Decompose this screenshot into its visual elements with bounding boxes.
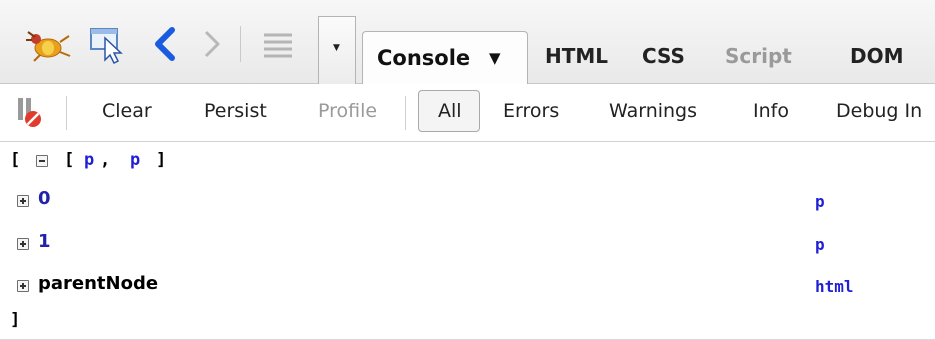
- clear-button[interactable]: Clear: [102, 100, 152, 122]
- console-log-row: [ [ p , p ]: [0, 148, 935, 178]
- tab-console[interactable]: Console ▼: [362, 31, 528, 85]
- property-key: 0: [38, 188, 51, 209]
- tab-css[interactable]: CSS: [642, 44, 685, 68]
- close-bracket: ]: [10, 310, 21, 330]
- property-row[interactable]: 0 p: [0, 186, 935, 216]
- property-value[interactable]: p: [815, 192, 825, 211]
- array-close-bracket: ]: [156, 150, 167, 170]
- property-value[interactable]: html: [815, 277, 854, 296]
- filter-debug-info-button[interactable]: Debug In: [836, 100, 922, 122]
- property-row[interactable]: 1 p: [0, 229, 935, 259]
- array-item[interactable]: p: [84, 150, 94, 170]
- chevron-right-icon[interactable]: [197, 24, 227, 64]
- firebug-icon[interactable]: [22, 24, 74, 64]
- tab-list-dropdown[interactable]: ▼: [318, 16, 356, 84]
- toolbar-separator: [66, 96, 67, 130]
- break-on-error-icon[interactable]: [16, 94, 44, 130]
- filter-all-label: All: [438, 100, 462, 122]
- open-bracket: [: [10, 150, 21, 170]
- dropdown-arrow-icon: ▼: [333, 43, 340, 53]
- property-key: 1: [38, 231, 51, 252]
- array-separator: ,: [100, 150, 111, 170]
- console-output: [ [ p , p ] 0 p 1 p parentNode html ]: [0, 142, 935, 340]
- expand-icon[interactable]: [17, 280, 29, 292]
- tab-script[interactable]: Script: [725, 44, 792, 68]
- inspect-icon[interactable]: [88, 24, 128, 64]
- toolbar-separator: [240, 26, 241, 62]
- console-toolbar: Clear Persist Profile All Errors Warning…: [0, 84, 935, 142]
- filter-info-button[interactable]: Info: [753, 100, 789, 122]
- tab-html[interactable]: HTML: [545, 44, 608, 68]
- menu-icon[interactable]: [258, 24, 298, 64]
- firebug-tab-bar: ▼ Console ▼ HTML CSS Script DOM: [0, 0, 935, 85]
- array-open-bracket: [: [64, 150, 75, 170]
- expand-icon[interactable]: [17, 238, 29, 250]
- filter-all-button[interactable]: All: [418, 90, 480, 132]
- expand-icon[interactable]: [17, 195, 29, 207]
- tab-dom[interactable]: DOM: [850, 44, 904, 68]
- console-log-row: ]: [0, 308, 935, 338]
- property-key: parentNode: [38, 273, 159, 294]
- property-value[interactable]: p: [815, 235, 825, 254]
- collapse-icon[interactable]: [36, 155, 48, 167]
- filter-errors-button[interactable]: Errors: [503, 100, 559, 122]
- tab-console-label: Console: [377, 46, 471, 70]
- chevron-left-icon[interactable]: [150, 24, 180, 64]
- caret-down-icon[interactable]: ▼: [489, 49, 501, 67]
- profile-button[interactable]: Profile: [318, 100, 377, 122]
- toolbar-separator: [405, 96, 406, 130]
- filter-warnings-button[interactable]: Warnings: [609, 100, 697, 122]
- persist-button[interactable]: Persist: [204, 100, 267, 122]
- property-row[interactable]: parentNode html: [0, 271, 935, 301]
- array-item[interactable]: p: [130, 150, 140, 170]
